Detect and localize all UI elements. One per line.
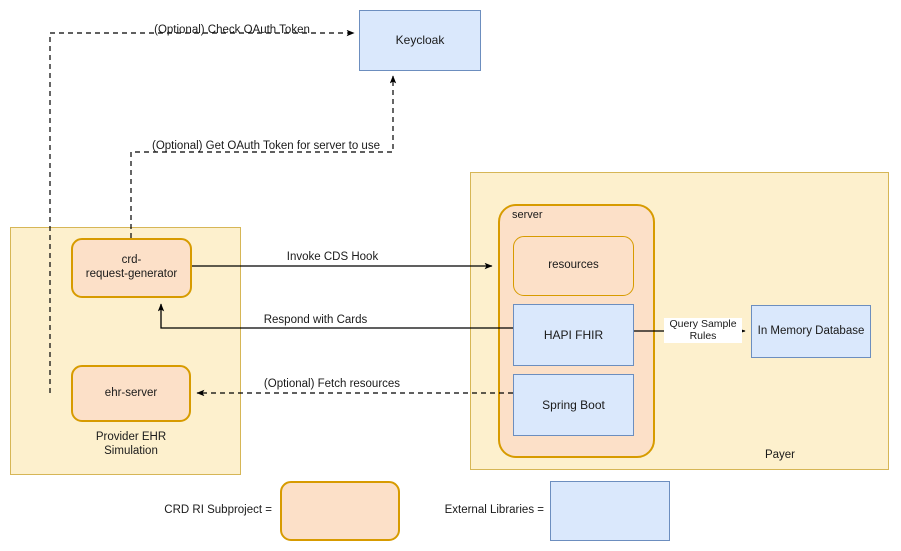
node-resources-label: resources xyxy=(548,259,599,272)
edge-label-fetch-resources: (Optional) Fetch resources xyxy=(263,378,401,390)
legend-external-libraries-swatch xyxy=(550,481,670,541)
legend-crd-ri-subproject-label: CRD RI Subproject = xyxy=(164,504,272,516)
provider-ehr-simulation-group-label: Provider EHR Simulation xyxy=(95,431,167,457)
node-resources[interactable]: resources xyxy=(513,236,634,296)
edge-get-oauth-token xyxy=(130,75,397,238)
architecture-diagram: (Optional) Check OAuth Token (Optional) … xyxy=(0,0,901,551)
edge-label-check-oauth-token: (Optional) Check OAuth Token xyxy=(154,24,310,36)
edge-label-invoke-cds-hook: Invoke CDS Hook xyxy=(286,251,379,263)
node-crd-request-generator-label: crd- request-generator xyxy=(85,254,178,280)
node-ehr-server[interactable]: ehr-server xyxy=(71,365,191,422)
payer-group-label: Payer xyxy=(764,449,796,461)
node-keycloak-label: Keycloak xyxy=(395,33,445,48)
node-spring-boot-label: Spring Boot xyxy=(542,397,605,412)
node-ehr-server-label: ehr-server xyxy=(104,386,158,399)
legend-crd-ri-subproject-swatch xyxy=(280,481,400,541)
node-in-memory-database-label: In Memory Database xyxy=(757,324,865,337)
node-spring-boot[interactable]: Spring Boot xyxy=(513,374,634,436)
server-group-label: server xyxy=(512,209,543,221)
edge-label-get-oauth-token: (Optional) Get OAuth Token for server to… xyxy=(152,140,380,152)
edge-label-respond-with-cards: Respond with Cards xyxy=(263,314,368,326)
node-crd-request-generator[interactable]: crd- request-generator xyxy=(71,238,192,298)
node-hapi-fhir-label: HAPI FHIR xyxy=(543,327,604,342)
edge-label-query-sample-rules: Query Sample Rules xyxy=(664,318,742,343)
node-hapi-fhir[interactable]: HAPI FHIR xyxy=(513,304,634,366)
node-in-memory-database[interactable]: In Memory Database xyxy=(751,305,871,358)
node-keycloak[interactable]: Keycloak xyxy=(359,10,481,71)
legend-external-libraries-label: External Libraries = xyxy=(444,504,544,516)
